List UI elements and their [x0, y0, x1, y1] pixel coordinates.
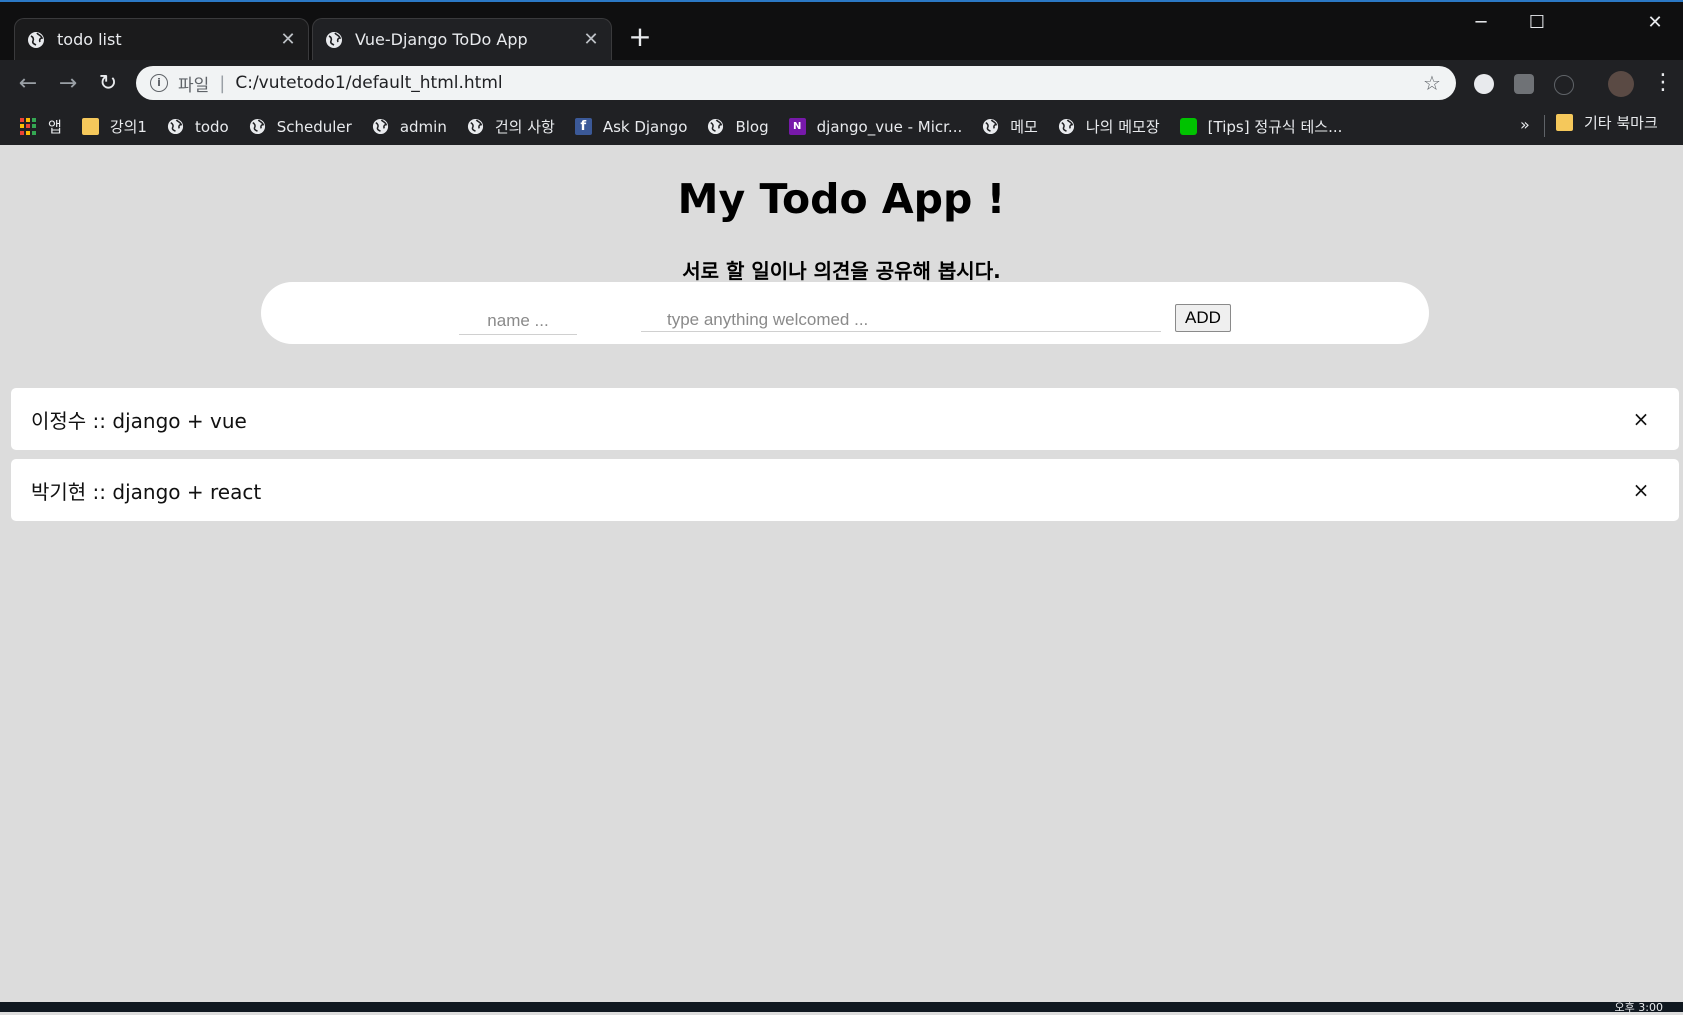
todo-text: 이정수 :: django + vue [31, 408, 247, 433]
bookmark-label: 건의 사항 [494, 118, 555, 136]
bookmark-memo[interactable]: 메모 [982, 116, 1038, 137]
add-button[interactable]: ADD [1175, 304, 1231, 332]
remove-icon[interactable]: × [1629, 478, 1653, 502]
bookmark-admin[interactable]: admin [372, 118, 447, 136]
url-text[interactable]: C:/vutetodo1/default_html.html [235, 73, 1420, 93]
globe-icon [249, 118, 265, 135]
bookmarks-divider [1544, 115, 1545, 137]
apps-icon [20, 118, 37, 135]
onenote-icon: N [788, 118, 806, 135]
maximize-button[interactable]: ☐ [1510, 8, 1564, 38]
bookmarks-overflow-button[interactable]: » [1520, 115, 1530, 134]
bookmark-regex-tips[interactable]: [Tips] 정규식 테스... [1179, 116, 1343, 137]
extension-icon[interactable] [1474, 74, 1494, 94]
bookmark-label: Blog [735, 117, 769, 136]
remove-icon[interactable]: × [1629, 407, 1653, 431]
bookmark-blog[interactable]: Blog [707, 117, 769, 136]
bookmark-label: 메모 [1010, 118, 1038, 136]
tab-close-icon[interactable]: ✕ [278, 29, 298, 50]
folder-icon [1556, 114, 1573, 131]
bookmark-label: 나의 메모장 [1085, 118, 1160, 136]
forward-arrow-icon[interactable]: → [54, 70, 82, 98]
tab-label: Vue-Django ToDo App [355, 30, 528, 49]
scheme-separator: | [219, 72, 226, 94]
scheme-label: 파일 [178, 75, 210, 96]
bookmark-suggestions[interactable]: 건의 사항 [467, 116, 555, 137]
bookmark-apps[interactable]: 앱 [20, 116, 62, 137]
bookmark-ask-django[interactable]: f Ask Django [574, 117, 688, 136]
globe-icon [983, 118, 999, 135]
page-title: My Todo App ! [677, 175, 1006, 223]
bookmark-scheduler[interactable]: Scheduler [249, 118, 352, 136]
minimize-button[interactable]: ─ [1454, 8, 1508, 38]
other-bookmarks-label: 기타 북마크 [1584, 114, 1658, 132]
facebook-icon: f [574, 118, 592, 135]
folder-icon [81, 118, 99, 135]
bookmark-lecture1[interactable]: 강의1 [81, 116, 147, 137]
other-bookmarks[interactable]: 기타 북마크 [1556, 112, 1658, 133]
globe-icon [708, 118, 724, 135]
globe-icon [28, 31, 44, 48]
bookmark-label: todo [194, 117, 229, 136]
extension-ex-icon[interactable] [1514, 74, 1534, 94]
bookmark-label: 앱 [48, 118, 62, 136]
globe-icon [326, 31, 342, 48]
todo-item: 박기현 :: django + react × [11, 459, 1679, 521]
todo-text: 박기현 :: django + react [31, 479, 262, 504]
bookmarks-bar: 앱 강의1 todo Scheduler admin 건의 사항 f Ask D… [0, 108, 1683, 145]
bookmark-label: 강의1 [109, 118, 147, 136]
tab-strip: todo list ✕ Vue-Django ToDo App ✕ + ─ ☐ … [0, 2, 1683, 60]
address-bar[interactable]: i 파일 | C:/vutetodo1/default_html.html ☆ [136, 66, 1456, 100]
window-close-button[interactable]: ✕ [1632, 8, 1678, 38]
bookmark-label: Scheduler [276, 117, 352, 136]
bookmark-todo[interactable]: todo [167, 118, 229, 136]
bookmark-label: [Tips] 정규식 테스... [1207, 118, 1343, 136]
globe-icon [467, 118, 483, 135]
tab-todo-list[interactable]: todo list ✕ [14, 18, 309, 60]
info-icon[interactable]: i [150, 74, 168, 92]
bookmark-label: admin [399, 117, 447, 136]
bookmark-label: django_vue - Micr... [816, 117, 963, 136]
line-icon [1179, 118, 1197, 135]
browser-chrome: todo list ✕ Vue-Django ToDo App ✕ + ─ ☐ … [0, 0, 1683, 145]
name-input[interactable] [459, 308, 577, 335]
globe-icon [167, 118, 184, 135]
tab-label: todo list [57, 30, 122, 49]
new-tab-button[interactable]: + [626, 23, 654, 52]
reload-icon[interactable]: ↻ [94, 70, 122, 98]
todo-text-input[interactable] [641, 308, 1161, 332]
tab-vue-django-todo[interactable]: Vue-Django ToDo App ✕ [312, 18, 612, 60]
back-arrow-icon[interactable]: ← [14, 70, 42, 98]
page-subtitle: 서로 할 일이나 의견을 공유해 봅시다. [682, 259, 1001, 283]
menu-dots-icon[interactable]: ⋮ [1652, 70, 1674, 96]
bookmark-my-memo[interactable]: 나의 메모장 [1058, 116, 1160, 137]
taskbar-clock: 오후 3:00 [1614, 1001, 1663, 1014]
bookmark-django-vue[interactable]: N django_vue - Micr... [788, 117, 963, 136]
todo-item: 이정수 :: django + vue × [11, 388, 1679, 450]
globe-icon [372, 118, 388, 135]
globe-icon [1058, 118, 1074, 135]
bookmark-label: Ask Django [602, 117, 688, 136]
page-content: My Todo App ! 서로 할 일이나 의견을 공유해 봅시다. ADD … [0, 145, 1683, 1002]
bookmark-star-icon[interactable]: ☆ [1420, 71, 1444, 95]
tab-close-icon[interactable]: ✕ [581, 29, 601, 50]
profile-avatar[interactable] [1608, 71, 1634, 97]
extension-a-icon[interactable] [1554, 75, 1574, 95]
os-taskbar: 오후 3:00 [0, 1001, 1683, 1014]
todo-input-form: ADD [261, 282, 1429, 344]
browser-toolbar: ← → ↻ i 파일 | C:/vutetodo1/default_html.h… [0, 60, 1683, 108]
